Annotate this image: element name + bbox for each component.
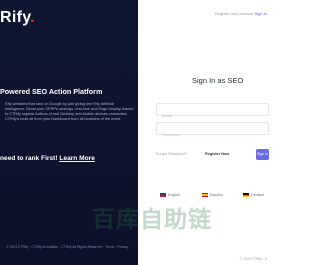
watermark: 百库自助链 <box>92 206 212 232</box>
hero-headline: Powered SEO Action Platform <box>0 87 103 96</box>
logo[interactable]: Rify. <box>0 9 35 27</box>
right-footer: © 2024 CTRify · Ir <box>239 257 267 261</box>
email-field[interactable] <box>156 103 269 121</box>
language-label: English <box>168 193 180 197</box>
hero-cta: need to rank First! Learn More <box>0 155 95 162</box>
spain-flag-icon <box>202 193 208 197</box>
language-german[interactable]: Deutsch <box>243 191 264 199</box>
password-field[interactable] <box>156 122 269 140</box>
language-label: Español <box>210 193 223 197</box>
form-actions: Forgot Password? Register Now Sign In <box>156 149 269 161</box>
forgot-password-link[interactable]: Forgot Password? <box>156 152 187 156</box>
learn-more-link[interactable]: Learn More <box>59 155 95 162</box>
language-english[interactable]: English <box>160 191 180 199</box>
form-title: Sign In as SEO <box>192 76 244 85</box>
language-spanish[interactable]: Español <box>202 191 223 199</box>
topbar: Register new account Sign In <box>215 11 267 16</box>
cta-text: need to rank First! <box>0 155 58 162</box>
language-selector: English Español Deutsch <box>160 191 269 199</box>
language-label: Deutsch <box>251 193 265 197</box>
left-footer: © 2024 CTRify · CTRify Ai Institute · CT… <box>6 245 129 249</box>
logo-dot: . <box>30 9 35 26</box>
us-flag-icon <box>160 193 166 197</box>
register-prompt: Register new account <box>214 11 254 16</box>
email-input[interactable] <box>157 110 268 121</box>
password-input[interactable] <box>157 129 268 140</box>
hero-description: Rify websites that rank on Google by jus… <box>5 102 134 121</box>
topbar-signin-link[interactable]: Sign In <box>255 11 267 16</box>
logo-text: Rify <box>0 9 31 26</box>
sign-in-button[interactable]: Sign In <box>256 149 269 160</box>
germany-flag-icon <box>243 193 249 197</box>
register-link[interactable]: Register Now <box>205 152 229 156</box>
